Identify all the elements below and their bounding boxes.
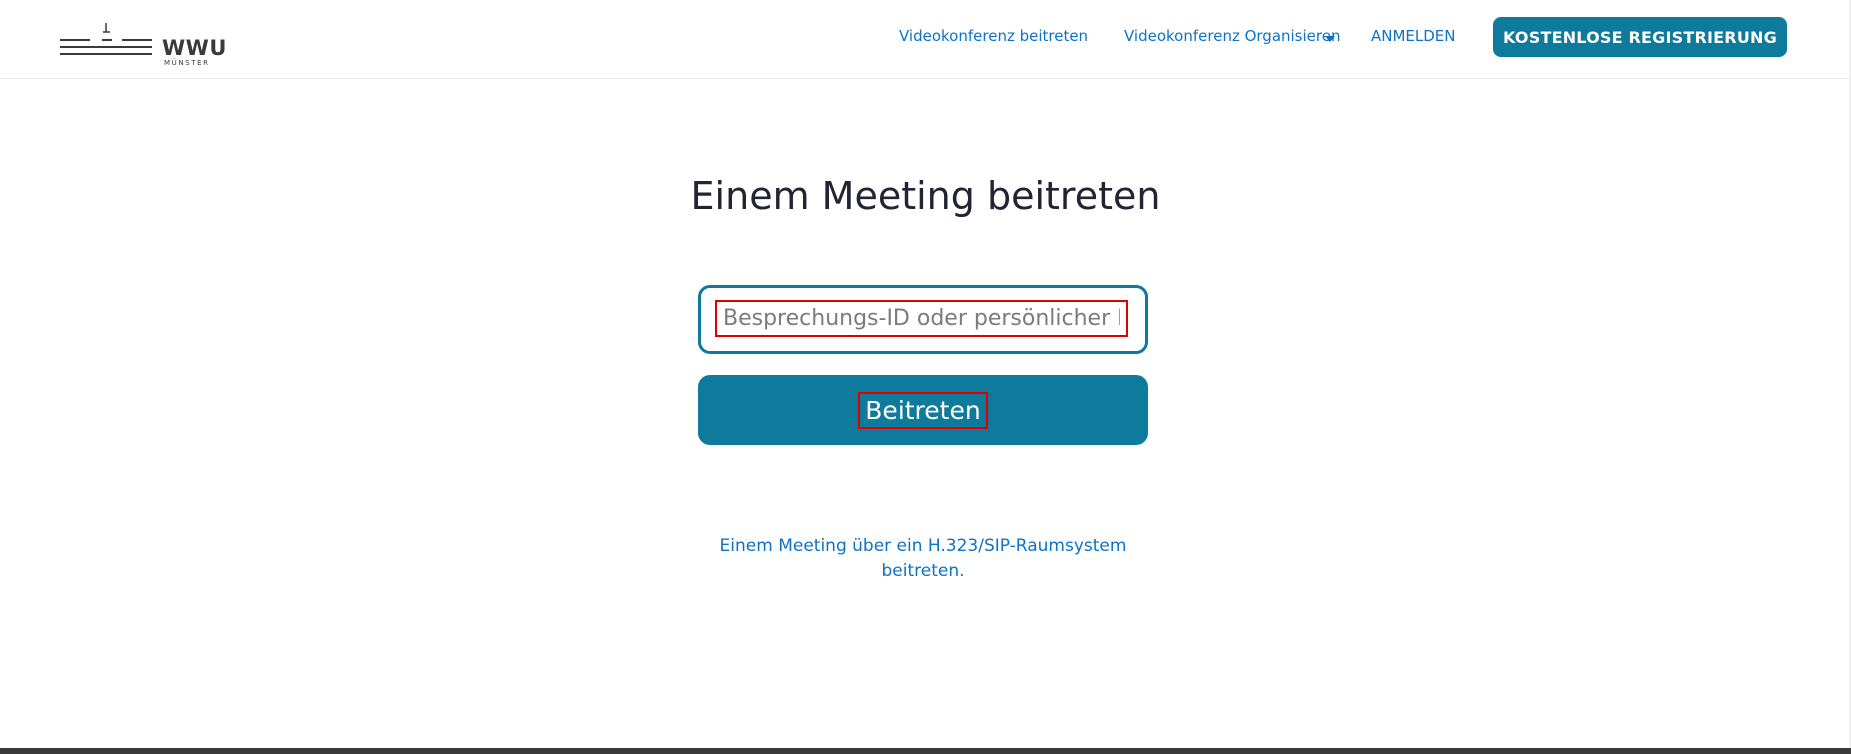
nav-join-meeting-link[interactable]: Videokonferenz beitreten (899, 27, 1088, 45)
logo-subtitle: MÜNSTER (164, 59, 210, 67)
join-button-label: Beitreten (858, 391, 988, 429)
footer-bar (0, 748, 1851, 754)
join-button[interactable]: Beitreten (698, 375, 1148, 445)
top-navigation-bar: WWU MÜNSTER Videokonferenz beitreten Vid… (0, 0, 1851, 79)
nav-host-meeting-dropdown[interactable]: Videokonferenz Organisieren (1124, 27, 1340, 45)
page-title: Einem Meeting beitreten (690, 174, 1161, 218)
meeting-id-field-container (698, 285, 1148, 354)
wwu-emblem-icon (60, 23, 152, 55)
logo-wordmark: WWU (162, 36, 227, 60)
meeting-id-input[interactable] (715, 300, 1128, 337)
wwu-logo[interactable]: WWU MÜNSTER (60, 18, 226, 70)
chevron-down-icon[interactable] (1325, 36, 1335, 42)
sip-room-system-link[interactable]: Einem Meeting über ein H.323/SIP-Raumsys… (700, 534, 1146, 584)
sign-up-button[interactable]: KOSTENLOSE REGISTRIERUNG (1493, 17, 1787, 57)
nav-sign-in-link[interactable]: ANMELDEN (1371, 27, 1456, 45)
